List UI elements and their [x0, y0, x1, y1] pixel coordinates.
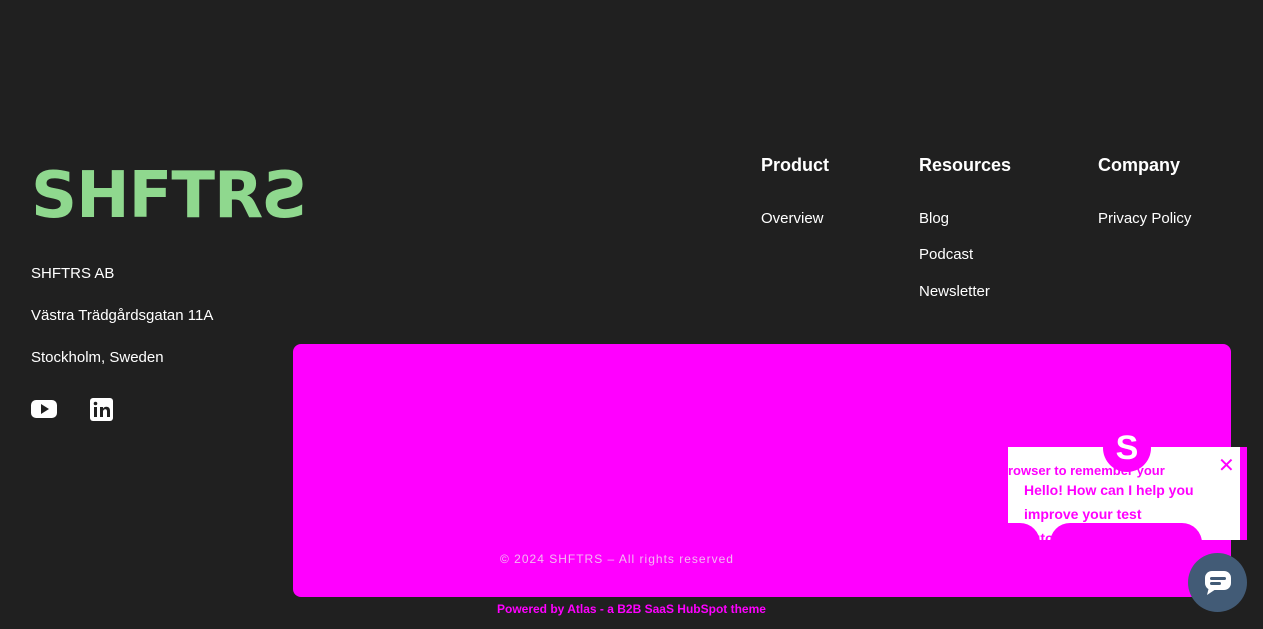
- footer-link-newsletter[interactable]: Newsletter: [919, 283, 990, 300]
- linkedin-icon: [90, 398, 113, 421]
- youtube-link[interactable]: [31, 398, 57, 425]
- shftrs-logo[interactable]: SHFTRS: [31, 159, 308, 233]
- chat-close-button[interactable]: ✕: [1218, 453, 1235, 478]
- city-address: Stockholm, Sweden: [31, 349, 164, 366]
- footer-link-privacy-policy[interactable]: Privacy Policy: [1098, 210, 1191, 227]
- logo-mirrored-s: S: [262, 159, 308, 233]
- street-address: Västra Trädgårdsgatan 11A: [31, 307, 214, 324]
- chat-avatar: S: [1103, 424, 1151, 472]
- logo-text: SHFTR: [31, 159, 263, 233]
- company-name: SHFTRS AB: [31, 265, 115, 282]
- footer-heading-product: Product: [761, 155, 830, 175]
- chat-bubble-icon: [1204, 570, 1231, 595]
- avatar-letter: S: [1115, 428, 1139, 467]
- chat-pill-right: [1050, 523, 1202, 540]
- chat-launcher-button[interactable]: [1188, 553, 1247, 612]
- footer-link-overview[interactable]: Overview: [761, 210, 824, 227]
- footer-heading-resources: Resources: [919, 155, 1012, 175]
- copyright-text: © 2024 SHFTRS – All rights reserved: [500, 552, 734, 566]
- footer-heading-company: Company: [1098, 155, 1181, 175]
- linkedin-link[interactable]: [90, 398, 113, 426]
- youtube-icon: [31, 400, 57, 418]
- powered-by-link[interactable]: Powered by Atlas - a B2B SaaS HubSpot th…: [497, 602, 766, 616]
- chat-popup-edge: [1240, 447, 1247, 540]
- footer-link-podcast[interactable]: Podcast: [919, 246, 973, 263]
- footer-link-blog[interactable]: Blog: [919, 210, 949, 227]
